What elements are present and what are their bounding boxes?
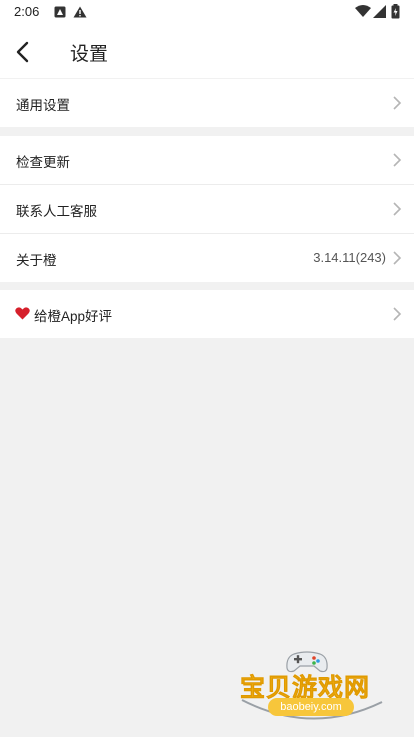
chevron-right-icon	[393, 202, 402, 216]
about-label: 关于橙	[16, 253, 57, 268]
settings-group-support: 检查更新 联系人工客服 关于橙 3.14.11(243)	[0, 136, 414, 282]
page-title: 设置	[70, 44, 109, 65]
about-item[interactable]: 关于橙 3.14.11(243)	[0, 234, 414, 282]
general-settings-item[interactable]: 通用设置	[0, 79, 414, 127]
app-header: 设置	[0, 26, 414, 78]
settings-group-rate: 给橙App好评	[0, 290, 414, 338]
heart-icon	[15, 307, 30, 320]
status-bar: 2:06	[0, 0, 414, 26]
notification-app-icon	[54, 6, 66, 18]
settings-group-general: 通用设置	[0, 79, 414, 127]
battery-icon	[391, 4, 400, 19]
site-watermark: 宝贝游戏网 baobeiy.com	[232, 648, 392, 734]
general-settings-label: 通用设置	[16, 98, 70, 113]
app-version: 3.14.11(243)	[313, 250, 386, 265]
status-time: 2:06	[14, 4, 40, 19]
check-update-label: 检查更新	[16, 155, 70, 170]
check-update-item[interactable]: 检查更新	[0, 136, 414, 185]
contact-support-label: 联系人工客服	[16, 204, 97, 219]
watermark-url: baobeiy.com	[268, 698, 354, 716]
signal-icon	[373, 5, 386, 18]
contact-support-item[interactable]: 联系人工客服	[0, 185, 414, 234]
rate-app-label: 给橙App好评	[34, 309, 113, 324]
back-arrow-icon[interactable]	[12, 39, 36, 65]
wifi-icon	[355, 5, 371, 17]
chevron-right-icon	[393, 96, 402, 110]
chevron-right-icon	[393, 251, 402, 265]
chevron-right-icon	[393, 307, 402, 321]
chevron-right-icon	[393, 153, 402, 167]
warning-icon	[73, 6, 87, 18]
rate-app-item[interactable]: 给橙App好评	[0, 290, 414, 338]
